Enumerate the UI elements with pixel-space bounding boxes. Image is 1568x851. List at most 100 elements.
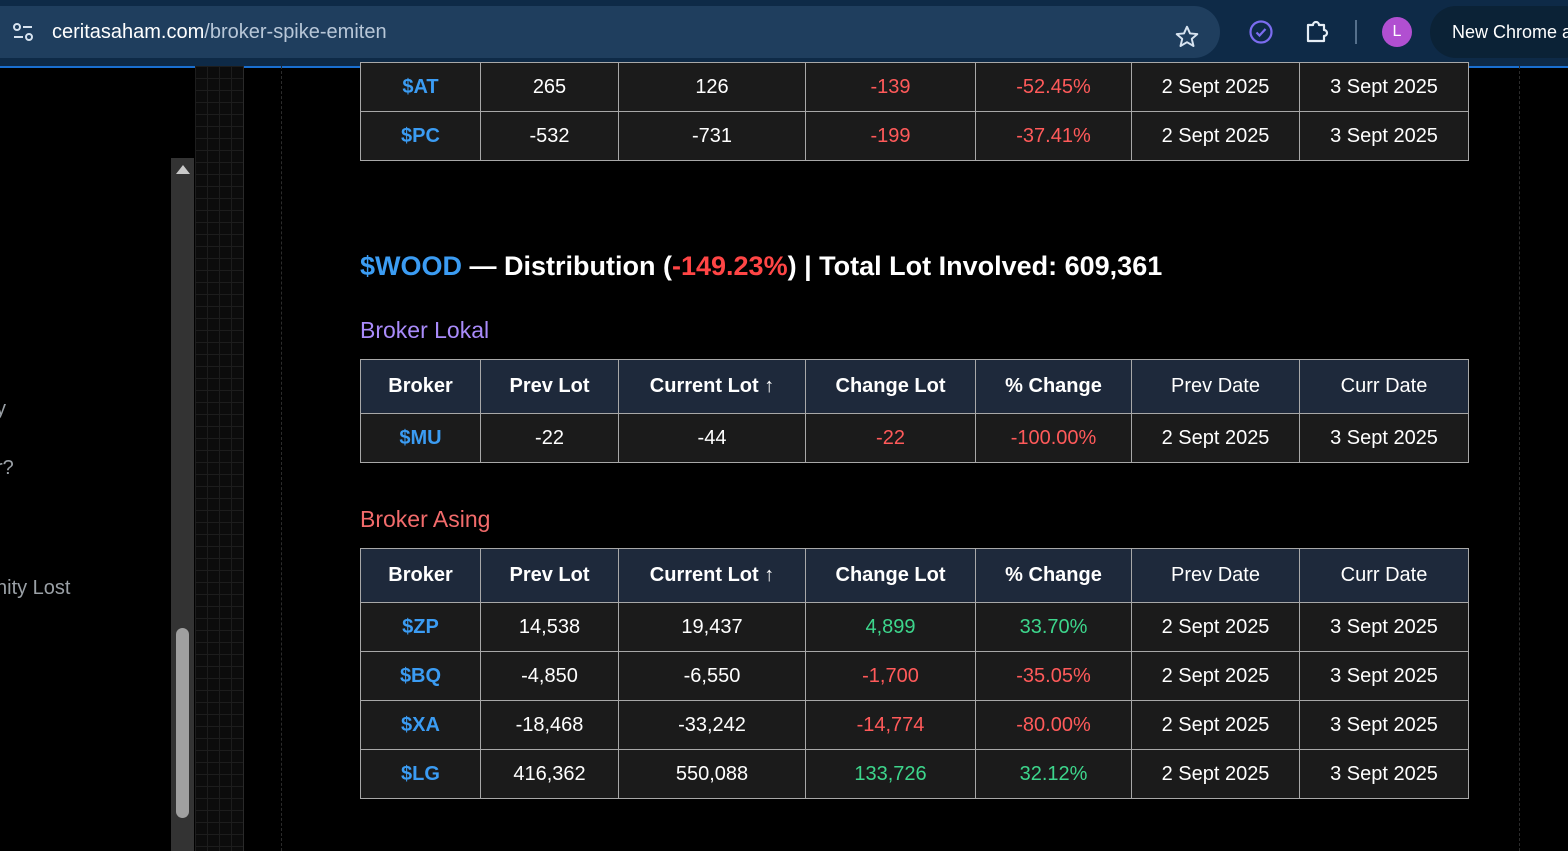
change-lot-cell: 4,899	[805, 602, 976, 652]
change-lot-cell: 133,726	[805, 749, 976, 799]
broker-cell[interactable]: $MU	[360, 413, 481, 463]
broker-cell[interactable]: $ZP	[360, 602, 481, 652]
current-lot-cell: 550,088	[618, 749, 806, 799]
content-guide-left	[281, 66, 282, 851]
curr-date-cell: 3 Sept 2025	[1299, 62, 1469, 112]
table-row: $LG 416,362 550,088 133,726 32.12% 2 Sep…	[360, 749, 1469, 799]
curr-date-cell: 3 Sept 2025	[1299, 749, 1469, 799]
sidebar-item-fragment-2[interactable]: r?	[0, 457, 14, 480]
pct-change-cell: -37.41%	[975, 111, 1132, 161]
prev-date-cell: 2 Sept 2025	[1131, 651, 1300, 701]
col-change-lot-header[interactable]: Change Lot	[805, 359, 976, 414]
emiten-section-title: $WOOD — Distribution (-149.23%) | Total …	[360, 251, 1162, 282]
prev-lot-cell: -22	[480, 413, 619, 463]
table-row: $ZP 14,538 19,437 4,899 33.70% 2 Sept 20…	[360, 602, 1469, 652]
pct-change-cell: -80.00%	[975, 700, 1132, 750]
col-pct-change-header[interactable]: % Change	[975, 359, 1132, 414]
pct-change-cell: -100.00%	[975, 413, 1132, 463]
change-lot-cell: -139	[805, 62, 976, 112]
col-prev-date-header[interactable]: Prev Date	[1131, 548, 1300, 603]
sidebar-scrollbar[interactable]	[171, 158, 194, 851]
emiten-ticker[interactable]: $WOOD	[360, 251, 462, 281]
current-lot-cell: 19,437	[618, 602, 806, 652]
extensions-puzzle-icon[interactable]	[1304, 18, 1330, 44]
prev-lot-cell: -4,850	[480, 651, 619, 701]
curr-date-cell: 3 Sept 2025	[1299, 602, 1469, 652]
table-row: $MU -22 -44 -22 -100.00% 2 Sept 2025 3 S…	[360, 413, 1469, 463]
content-guide-right	[1519, 66, 1520, 851]
prev-date-cell: 2 Sept 2025	[1131, 413, 1300, 463]
current-lot-cell: 126	[618, 62, 806, 112]
extension-clock-icon[interactable]	[1248, 19, 1274, 45]
scrollbar-thumb[interactable]	[176, 628, 189, 818]
table-header-row: Broker Prev Lot Current Lot ↑ Change Lot…	[360, 548, 1469, 603]
bookmark-star-icon[interactable]	[1174, 24, 1200, 50]
scroll-up-arrow-icon[interactable]	[176, 165, 190, 174]
url-path: /broker-spike-emiten	[204, 21, 387, 43]
broker-cell[interactable]: $XA	[360, 700, 481, 750]
url-domain: ceritasaham.com	[52, 21, 205, 43]
broker-cell[interactable]: $AT	[360, 62, 481, 112]
col-prev-lot-header[interactable]: Prev Lot	[480, 359, 619, 414]
current-lot-cell: -33,242	[618, 700, 806, 750]
current-lot-cell: -731	[618, 111, 806, 161]
new-chrome-button[interactable]: New Chrome a	[1430, 6, 1568, 58]
col-current-lot-header[interactable]: Current Lot ↑	[618, 548, 806, 603]
prev-date-cell: 2 Sept 2025	[1131, 602, 1300, 652]
broker-lokal-heading: Broker Lokal	[360, 317, 490, 343]
curr-date-cell: 3 Sept 2025	[1299, 700, 1469, 750]
col-current-lot-header[interactable]: Current Lot ↑	[618, 359, 806, 414]
section-total-text: ) | Total Lot Involved: 609,361	[787, 251, 1163, 281]
current-lot-cell: -6,550	[618, 651, 806, 701]
current-lot-cell: -44	[618, 413, 806, 463]
prev-date-cell: 2 Sept 2025	[1131, 62, 1300, 112]
sidebar-item-fragment-3[interactable]: nity Lost	[0, 577, 70, 600]
col-broker-header[interactable]: Broker	[360, 548, 481, 603]
col-change-lot-header[interactable]: Change Lot	[805, 548, 976, 603]
change-lot-cell: -14,774	[805, 700, 976, 750]
pct-change-cell: 32.12%	[975, 749, 1132, 799]
table-row: $PC -532 -731 -199 -37.41% 2 Sept 2025 3…	[360, 111, 1469, 161]
prev-lot-cell: 416,362	[480, 749, 619, 799]
profile-avatar[interactable]: L	[1382, 17, 1412, 47]
prev-date-cell: 2 Sept 2025	[1131, 749, 1300, 799]
pct-change-cell: -52.45%	[975, 62, 1132, 112]
url-text[interactable]: ceritasaham.com/broker-spike-emiten	[52, 21, 387, 44]
broker-lokal-table: Broker Prev Lot Current Lot ↑ Change Lot…	[360, 359, 1469, 463]
change-lot-cell: -1,700	[805, 651, 976, 701]
prev-date-cell: 2 Sept 2025	[1131, 700, 1300, 750]
site-info-icon[interactable]	[12, 22, 34, 42]
table-row: $XA -18,468 -33,242 -14,774 -80.00% 2 Se…	[360, 700, 1469, 750]
sidebar-item-fragment-1[interactable]: y	[0, 398, 6, 421]
broker-cell[interactable]: $PC	[360, 111, 481, 161]
curr-date-cell: 3 Sept 2025	[1299, 651, 1469, 701]
broker-cell[interactable]: $BQ	[360, 651, 481, 701]
prev-lot-cell: 14,538	[480, 602, 619, 652]
col-curr-date-header[interactable]: Curr Date	[1299, 359, 1469, 414]
prev-lot-cell: -18,468	[480, 700, 619, 750]
browser-toolbar: ceritasaham.com/broker-spike-emiten L Ne…	[0, 0, 1568, 68]
change-lot-cell: -199	[805, 111, 976, 161]
section-type-text: — Distribution (	[462, 251, 672, 281]
pct-change-cell: 33.70%	[975, 602, 1132, 652]
grid-background-panel	[195, 66, 244, 851]
previous-broker-table: $AT 265 126 -139 -52.45% 2 Sept 2025 3 S…	[360, 62, 1469, 161]
table-row: $BQ -4,850 -6,550 -1,700 -35.05% 2 Sept …	[360, 651, 1469, 701]
prev-lot-cell: -532	[480, 111, 619, 161]
col-prev-lot-header[interactable]: Prev Lot	[480, 548, 619, 603]
broker-cell[interactable]: $LG	[360, 749, 481, 799]
col-curr-date-header[interactable]: Curr Date	[1299, 548, 1469, 603]
change-lot-cell: -22	[805, 413, 976, 463]
prev-lot-cell: 265	[480, 62, 619, 112]
prev-date-cell: 2 Sept 2025	[1131, 111, 1300, 161]
pct-change-cell: -35.05%	[975, 651, 1132, 701]
curr-date-cell: 3 Sept 2025	[1299, 111, 1469, 161]
col-broker-header[interactable]: Broker	[360, 359, 481, 414]
col-prev-date-header[interactable]: Prev Date	[1131, 359, 1300, 414]
section-pct: -149.23%	[672, 251, 788, 281]
curr-date-cell: 3 Sept 2025	[1299, 413, 1469, 463]
table-row: $AT 265 126 -139 -52.45% 2 Sept 2025 3 S…	[360, 62, 1469, 112]
address-bar[interactable]: ceritasaham.com/broker-spike-emiten	[0, 6, 1220, 58]
col-pct-change-header[interactable]: % Change	[975, 548, 1132, 603]
table-header-row: Broker Prev Lot Current Lot ↑ Change Lot…	[360, 359, 1469, 414]
